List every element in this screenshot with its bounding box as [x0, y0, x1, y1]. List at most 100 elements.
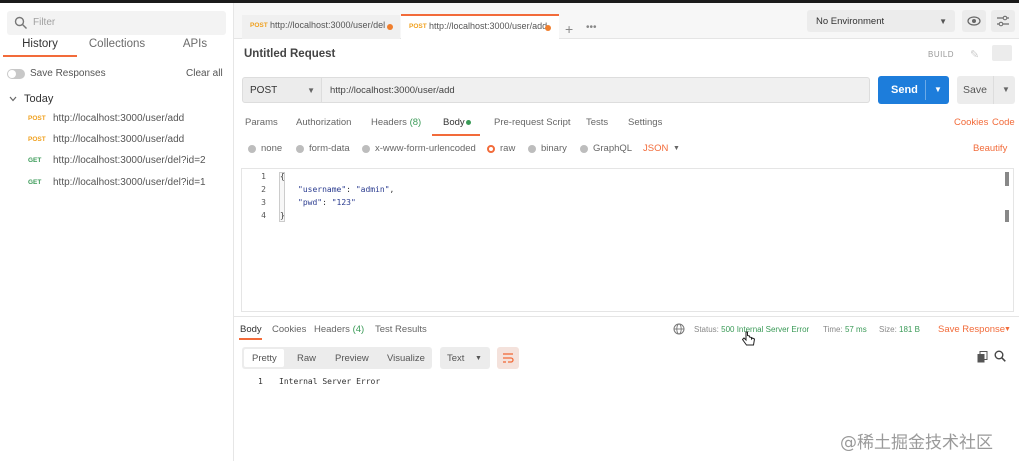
- editor-scrollbar-thumb[interactable]: [1005, 210, 1009, 222]
- radio-graphql[interactable]: [580, 145, 588, 153]
- editor-scrollbar[interactable]: [1005, 172, 1009, 186]
- caret-down-icon[interactable]: ▼: [1002, 85, 1010, 94]
- line-number: 1: [261, 172, 266, 181]
- method-badge: POST: [28, 115, 46, 122]
- radio-none[interactable]: [248, 145, 256, 153]
- tab-pre-request-script[interactable]: Pre-request Script: [494, 117, 571, 128]
- status-value[interactable]: 500 Internal Server Error: [721, 325, 809, 334]
- caret-down-icon[interactable]: ▼: [1004, 326, 1011, 333]
- beautify-link[interactable]: Beautify: [973, 143, 1007, 154]
- radio-form-data[interactable]: [296, 145, 304, 153]
- headers-count: (4): [352, 324, 365, 335]
- unsaved-dot-icon: [545, 25, 551, 31]
- save-response-button[interactable]: Save Response: [938, 324, 1005, 335]
- manage-environments-button[interactable]: [991, 10, 1015, 32]
- method-select[interactable]: POST ▼: [242, 77, 322, 103]
- clear-all-link[interactable]: Clear all: [186, 68, 223, 79]
- response-type-select[interactable]: Text ▼: [440, 347, 490, 369]
- size-value[interactable]: 181 B: [899, 325, 920, 334]
- request-title[interactable]: Untitled Request: [244, 48, 335, 60]
- environment-quick-look-button[interactable]: [962, 10, 986, 32]
- tab-tests[interactable]: Tests: [586, 117, 608, 128]
- pencil-icon[interactable]: ✎: [970, 48, 979, 61]
- send-label: Send: [891, 84, 918, 96]
- radio-binary-label: binary: [541, 143, 567, 154]
- radio-urlencoded[interactable]: [362, 145, 370, 153]
- search-icon[interactable]: [994, 350, 1006, 362]
- more-tabs-icon[interactable]: •••: [586, 22, 597, 33]
- format-pretty[interactable]: Pretty: [252, 353, 277, 364]
- tab-apis[interactable]: APIs: [158, 38, 232, 58]
- globe-icon[interactable]: [673, 323, 685, 335]
- hand-cursor-icon: [742, 331, 756, 346]
- tab-authorization[interactable]: Authorization: [296, 117, 351, 128]
- radio-binary[interactable]: [528, 145, 536, 153]
- filter-placeholder: Filter: [33, 17, 56, 28]
- size-label: Size:: [879, 325, 897, 334]
- code-line-pwd: "pwd": "123": [298, 198, 356, 207]
- active-tab-indicator: [432, 134, 480, 136]
- format-raw[interactable]: Raw: [297, 353, 316, 364]
- cookies-link[interactable]: Cookies: [954, 117, 988, 128]
- eye-icon: [967, 16, 981, 26]
- response-tab-test-results[interactable]: Test Results: [375, 324, 427, 335]
- radio-raw-label: raw: [500, 143, 516, 154]
- request-tab[interactable]: POST http://localhost:3000/user/del: [242, 15, 400, 39]
- active-tab-indicator: [3, 55, 77, 57]
- response-tab-cookies[interactable]: Cookies: [272, 324, 306, 335]
- request-tab-active[interactable]: POST http://localhost:3000/user/add: [401, 14, 559, 39]
- json-key: "pwd": [298, 198, 323, 207]
- send-button[interactable]: Send ▼: [878, 76, 949, 104]
- history-item[interactable]: GET http://localhost:3000/user/del?id=1: [0, 176, 234, 194]
- history-item[interactable]: POST http://localhost:3000/user/add: [0, 133, 234, 151]
- environment-value: No Environment: [816, 16, 885, 27]
- save-button[interactable]: Save ▼: [957, 76, 1015, 104]
- method-badge: POST: [28, 136, 46, 143]
- filter-search-box[interactable]: Filter: [7, 11, 226, 35]
- body-indicator-dot-icon: [466, 120, 471, 125]
- line-number: 2: [261, 185, 266, 194]
- method-badge: POST: [250, 22, 268, 29]
- history-group-today[interactable]: Today: [24, 93, 53, 105]
- tab-collections[interactable]: Collections: [80, 38, 154, 58]
- caret-down-icon[interactable]: ▼: [934, 85, 942, 94]
- time-value[interactable]: 57 ms: [845, 325, 867, 334]
- wrap-lines-icon: [503, 353, 514, 363]
- history-item[interactable]: POST http://localhost:3000/user/add: [0, 112, 234, 130]
- tab-params[interactable]: Params: [245, 117, 278, 128]
- response-tab-body[interactable]: Body: [240, 324, 262, 335]
- caret-down-icon[interactable]: ▼: [673, 145, 680, 152]
- chevron-down-icon[interactable]: [9, 95, 17, 103]
- copy-icon[interactable]: [977, 351, 988, 363]
- save-responses-label: Save Responses: [30, 68, 106, 79]
- save-responses-toggle[interactable]: [7, 69, 25, 79]
- response-time: Time: 57 ms: [823, 325, 867, 334]
- radio-raw[interactable]: [487, 145, 495, 153]
- method-badge: GET: [28, 179, 42, 186]
- caret-down-icon: ▼: [939, 17, 947, 26]
- sliders-icon: [997, 15, 1009, 27]
- response-tab-headers-label: Headers: [314, 324, 350, 335]
- active-tab-indicator: [239, 338, 262, 340]
- new-tab-plus-icon[interactable]: +: [565, 21, 573, 37]
- format-preview[interactable]: Preview: [335, 353, 369, 364]
- search-icon: [14, 16, 27, 29]
- tab-body[interactable]: Body: [443, 117, 465, 128]
- watermark: @稀土掘金技术社区: [840, 433, 993, 453]
- environment-select[interactable]: No Environment ▼: [807, 10, 955, 32]
- wrap-lines-button[interactable]: [497, 347, 519, 369]
- format-visualize[interactable]: Visualize: [387, 353, 425, 364]
- tab-headers[interactable]: Headers (8): [371, 117, 421, 128]
- radio-graphql-label: GraphQL: [593, 143, 633, 154]
- documentation-icon[interactable]: [992, 45, 1012, 61]
- url-input[interactable]: http://localhost:3000/user/add: [322, 77, 870, 103]
- url-value: http://localhost:3000/user/add: [330, 85, 455, 96]
- history-item[interactable]: GET http://localhost:3000/user/del?id=2: [0, 154, 234, 172]
- code-link[interactable]: Code: [992, 117, 1015, 128]
- build-label[interactable]: BUILD: [928, 50, 954, 59]
- code-line-username: "username": "admin",: [298, 185, 395, 194]
- response-tab-headers[interactable]: Headers (4): [314, 324, 364, 335]
- tab-settings[interactable]: Settings: [628, 117, 662, 128]
- body-format-select[interactable]: JSON: [643, 143, 668, 154]
- history-url: http://localhost:3000/user/add: [53, 113, 185, 124]
